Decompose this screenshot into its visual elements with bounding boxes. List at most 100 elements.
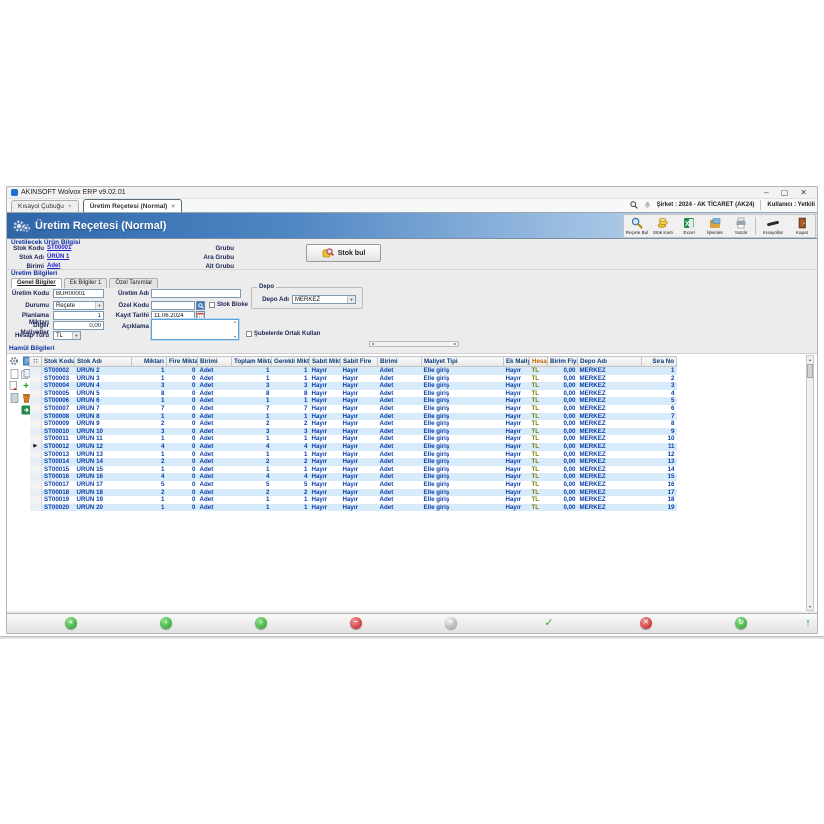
kapat-button[interactable]: Kapat [789, 215, 815, 237]
cell: Adet [198, 413, 232, 421]
save-record-button[interactable]: ✓ [543, 617, 555, 629]
table-row[interactable]: ST00006ÜRÜN 610Adet11HayırHayırAdetElle … [30, 397, 677, 405]
cell: ÜRÜN 13 [75, 451, 132, 459]
column-header[interactable]: Toplam Miktar [232, 357, 272, 367]
durumu-combo[interactable]: Reçete ▼ [53, 301, 104, 310]
yazdir-button[interactable]: Yazdır [728, 215, 754, 237]
excel-button[interactable]: X Excel [676, 215, 702, 237]
ozel-kodu-input[interactable] [151, 301, 195, 310]
tab-ek-bilgiler-1[interactable]: Ek Bilgiler 1 [64, 278, 108, 288]
table-row[interactable]: ST00017ÜRÜN 1750Adet55HayırHayırAdetElle… [30, 481, 677, 489]
table-row[interactable]: ST00018ÜRÜN 1820Adet22HayırHayırAdetElle… [30, 489, 677, 497]
hesap-turu-combo[interactable]: TL ▼ [53, 331, 81, 340]
ozel-kodu-browse-button[interactable] [196, 301, 205, 310]
tab-genel-bilgiler[interactable]: Genel Bilgiler [11, 278, 62, 288]
column-header[interactable]: Ek Maliyet [504, 357, 530, 367]
table-row[interactable]: ST00003ÜRÜN 310Adet11HayırHayırAdetElle … [30, 375, 677, 383]
table-row[interactable]: ST00005ÜRÜN 580Adet88HayırHayırAdetElle … [30, 390, 677, 398]
table-row[interactable]: ST00010ÜRÜN 1030Adet33HayırHayırAdetElle… [30, 428, 677, 436]
tab-close-icon[interactable]: × [68, 203, 72, 210]
delete-record-button[interactable]: − [350, 617, 362, 629]
uretim-kodu-input[interactable] [53, 289, 104, 298]
column-header[interactable]: Hesap [530, 357, 548, 367]
table-row[interactable]: ST00019ÜRÜN 1910Adet11HayırHayırAdetElle… [30, 496, 677, 504]
column-header[interactable]: Stok Adı [75, 357, 132, 367]
table-row[interactable]: ST00011ÜRÜN 1110Adet11HayırHayırAdetElle… [30, 435, 677, 443]
column-header[interactable]: Birimi [198, 357, 232, 367]
table-row[interactable]: ST00020ÜRÜN 2010Adet11HayırHayırAdetElle… [30, 504, 677, 512]
column-header[interactable]: Stok Kodu [42, 357, 75, 367]
stok-karti-button[interactable]: Stok Kartı [650, 215, 676, 237]
materials-table-body: ST00002ÜRÜN 210Adet11HayırHayırAdetElle … [30, 367, 677, 512]
previous-record-button[interactable]: ‹ [160, 617, 172, 629]
aciklama-textarea[interactable] [151, 319, 239, 340]
uretim-adi-input[interactable] [151, 289, 241, 298]
table-row[interactable]: ST00002ÜRÜN 210Adet11HayırHayırAdetElle … [30, 367, 677, 375]
recete-bul-button[interactable]: Reçete Bul [624, 215, 650, 237]
cell: Adet [378, 443, 422, 451]
next-record-button[interactable]: › [255, 617, 267, 629]
scroll-down-icon[interactable]: ▼ [807, 603, 813, 610]
import-record-icon[interactable] [9, 381, 19, 391]
planlama-input[interactable] [53, 311, 104, 320]
horizontal-scrollbar[interactable]: ◄ ► [369, 341, 459, 347]
table-row[interactable]: ST00013ÜRÜN 1310Adet11HayırHayırAdetElle… [30, 451, 677, 459]
close-button[interactable]: ✕ [800, 188, 807, 198]
scrollbar-thumb[interactable] [807, 364, 813, 378]
stok-adi-link[interactable]: ÜRÜN 1 [47, 254, 69, 260]
table-row[interactable]: ST00014ÜRÜN 1420Adet22HayırHayırAdetElle… [30, 458, 677, 466]
column-header[interactable]: Sabit Miktar [310, 357, 341, 367]
search-icon[interactable] [630, 201, 638, 209]
minimize-button[interactable]: – [764, 188, 768, 198]
subelerde-ortak-kullan-checkbox[interactable] [246, 331, 252, 337]
transfer-record-icon[interactable] [9, 393, 19, 403]
table-row[interactable]: ST00004ÜRÜN 430Adet33HayırHayırAdetElle … [30, 382, 677, 390]
cell: Elle giriş [422, 405, 504, 413]
notification-icon[interactable] [644, 201, 651, 209]
refresh-records-button[interactable]: ↻ [735, 617, 747, 629]
scroll-right-icon[interactable]: ► [454, 342, 457, 346]
table-row[interactable]: ST00009ÜRÜN 920Adet22HayırHayırAdetElle … [30, 420, 677, 428]
new-record-icon[interactable] [9, 369, 19, 379]
tab-kisayol-cubugu[interactable]: Kısayol Çubuğu × [11, 200, 79, 212]
kisayollar-button[interactable]: Kısayollar [757, 215, 789, 237]
table-row[interactable]: ▶ST00012ÜRÜN 1240Adet44HayırHayırAdetEll… [30, 443, 677, 451]
maximize-button[interactable]: ▢ [781, 188, 789, 198]
table-row[interactable]: ST00007ÜRÜN 770Adet77HayırHayırAdetElle … [30, 405, 677, 413]
company-label[interactable]: Şirket : 2024 - AK TİCARET (AK24) [657, 202, 755, 208]
diger-maliyetler-input[interactable] [53, 321, 104, 330]
tab-close-icon[interactable]: × [171, 203, 175, 210]
textarea-scrollbar[interactable]: ▲▼ [232, 320, 238, 339]
table-row[interactable]: ST00008ÜRÜN 810Adet11HayırHayırAdetElle … [30, 413, 677, 421]
edit-record-button[interactable]: • [445, 617, 457, 629]
stok-bloke-checkbox[interactable] [209, 302, 215, 308]
column-header[interactable]: Depo Adı [578, 357, 642, 367]
islemler-button[interactable]: İşlemler [702, 215, 728, 237]
column-header[interactable]: Fire Miktarı [167, 357, 198, 367]
tab-uretim-recetesi[interactable]: Üretim Reçetesi (Normal) × [83, 199, 182, 212]
column-header[interactable]: Birim Fiyatı [548, 357, 578, 367]
cancel-record-button[interactable]: ✕ [640, 617, 652, 629]
vertical-scrollbar[interactable]: ▲ ▼ [806, 355, 814, 611]
first-record-button[interactable]: « [65, 617, 77, 629]
cell: Hayır [310, 458, 341, 466]
stok-bul-button[interactable]: Stok bul [306, 244, 381, 262]
cell: 1 [132, 466, 167, 474]
table-row[interactable]: ST00016ÜRÜN 1640Adet44HayırHayırAdetElle… [30, 473, 677, 481]
column-header[interactable]: Miktarı [132, 357, 167, 367]
table-row[interactable]: ST00015ÜRÜN 1510Adet11HayırHayırAdetElle… [30, 466, 677, 474]
stok-kodu-link[interactable]: ST00001 [47, 245, 71, 251]
user-label[interactable]: Kullanıcı : Yetkili [767, 202, 815, 208]
column-header[interactable]: Sıra No [642, 357, 677, 367]
depo-adi-combo[interactable]: MERKEZ ▼ [292, 295, 356, 304]
tab-ozel-tanimlar[interactable]: Özel Tanımlar [109, 278, 158, 288]
cell: Elle giriş [422, 367, 504, 375]
column-header[interactable]: Maliyet Tipi [422, 357, 504, 367]
column-header[interactable]: Gerekli Miktar [272, 357, 310, 367]
scroll-top-button[interactable]: ↑ [802, 617, 814, 629]
scroll-left-icon[interactable]: ◄ [371, 342, 374, 346]
settings-icon[interactable] [9, 356, 19, 366]
column-header[interactable]: Sabit Fire [341, 357, 378, 367]
column-header[interactable]: Birimi [378, 357, 422, 367]
scroll-up-icon[interactable]: ▲ [807, 356, 813, 363]
